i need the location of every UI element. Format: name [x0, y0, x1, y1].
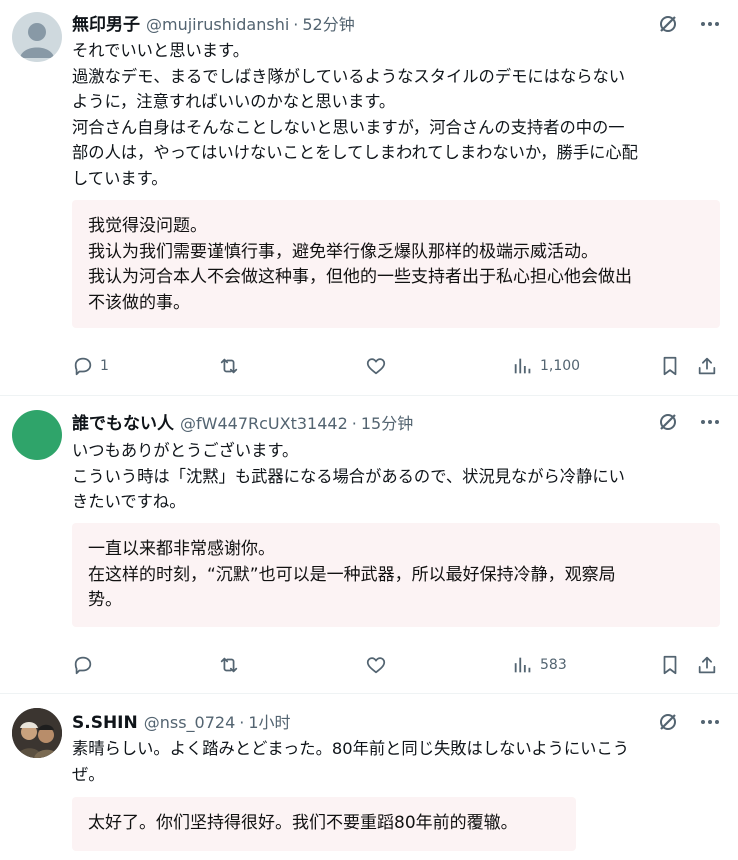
post-time[interactable]: 15分钟 — [361, 410, 413, 434]
repost-button[interactable] — [217, 654, 241, 676]
translation-line: 在这样的时刻，“沉默”也可以是一种武器，所以最好保持冷静，观察局 — [88, 564, 616, 585]
user-handle[interactable]: @nss_0724 — [144, 713, 236, 732]
action-bar: 583 — [72, 654, 722, 678]
post-top-actions — [658, 14, 720, 34]
action-bar: 1 1,100 — [72, 355, 722, 379]
post-top-actions — [658, 712, 720, 732]
display-name[interactable]: S.SHIN — [72, 713, 138, 733]
post-header: S.SHIN @nss_0724 · 1小时 — [72, 709, 291, 733]
display-name[interactable]: 誰でもない人 — [72, 409, 174, 434]
separator-dot: · — [239, 713, 245, 732]
post-text: それでいいと思います。 過激なデモ、まるでしばき隊がしているようなスタイルのデモ… — [72, 38, 712, 191]
views-icon — [514, 358, 531, 374]
post-time[interactable]: 1小时 — [248, 709, 290, 733]
translation-line: 太好了。你们坚持得很好。我们不要重蹈80年前的覆辙。 — [88, 813, 518, 833]
bookmark-icon — [663, 655, 677, 675]
repost-button[interactable] — [217, 355, 241, 377]
views-button[interactable]: 1,100 — [512, 355, 580, 377]
grok-icon[interactable] — [658, 14, 678, 34]
translation-line: 势。 — [88, 590, 122, 610]
post-top-actions — [658, 412, 720, 432]
avatar[interactable] — [12, 410, 62, 460]
translation-box: 一直以来都非常感谢你。 在这样的时刻，“沉默”也可以是一种武器，所以最好保持冷静… — [72, 523, 720, 627]
bookmark-button[interactable] — [660, 355, 680, 377]
grok-icon[interactable] — [658, 712, 678, 732]
post-text: 素晴らしい。よく踏みとどまった。80年前と同じ失敗はしないようにいこう ぜ。 — [72, 736, 712, 787]
user-handle[interactable]: @fW447RcUXt31442 — [180, 414, 348, 433]
user-handle[interactable]: @mujirushidanshi — [146, 15, 289, 34]
text-line: 素晴らしい。よく踏みとどまった。80年前と同じ失敗はしないようにいこう — [72, 739, 630, 758]
views-icon — [514, 657, 531, 673]
default-avatar-icon — [20, 23, 54, 58]
views-button[interactable]: 583 — [512, 654, 567, 676]
reply-icon — [74, 656, 92, 675]
post-2[interactable]: 誰でもない人 @fW447RcUXt31442 · 15分钟 いつもありがとうご… — [0, 396, 738, 693]
text-line: きたいですね。 — [72, 492, 186, 511]
like-button[interactable] — [365, 355, 387, 377]
text-line: しています。 — [72, 168, 168, 188]
repost-icon — [220, 358, 238, 374]
grok-icon[interactable] — [658, 412, 678, 432]
translation-box: 我觉得没问题。 我认为我们需要谨慎行事，避免举行像乏爆队那样的极端示威活动。 我… — [72, 200, 720, 328]
translation-line: 我觉得没问题。 — [88, 216, 207, 236]
display-name[interactable]: 無印男子 — [72, 10, 140, 35]
separator-dot: · — [351, 414, 357, 433]
share-icon — [698, 357, 716, 375]
avatar[interactable] — [12, 12, 62, 62]
translation-box: 太好了。你们坚持得很好。我们不要重蹈80年前的覆辙。 — [72, 797, 576, 851]
translation-line: 不该做的事。 — [88, 292, 190, 313]
like-icon — [366, 657, 386, 674]
text-line: 過激なデモ、まるでしばき隊がしているようなスタイルのデモにはならない — [72, 66, 626, 86]
post-3[interactable]: S.SHIN @nss_0724 · 1小时 素晴らしい。よく踏みとどまった。8… — [0, 694, 738, 860]
post-text: いつもありがとうございます。 こういう時は「沈黙」も武器になる場合があるので、状… — [72, 438, 712, 515]
more-icon[interactable] — [700, 712, 720, 732]
views-count: 1,100 — [540, 358, 581, 374]
separator-dot: · — [293, 15, 299, 34]
text-line: いつもありがとうございます。 — [72, 441, 299, 460]
post-header: 誰でもない人 @fW447RcUXt31442 · 15分钟 — [72, 409, 413, 434]
views-count: 583 — [540, 657, 567, 673]
text-line: ように，注意すればいいのかなと思います。 — [72, 92, 396, 111]
share-button[interactable] — [696, 355, 718, 377]
translation-line: 我认为河合本人不会做这种事，但他的一些支持者出于私心担心他会做出 — [88, 267, 632, 287]
share-icon — [698, 656, 716, 674]
avatar[interactable] — [12, 708, 62, 758]
text-line: それでいいと思います。 — [72, 41, 249, 60]
like-icon — [366, 358, 386, 375]
post-header: 無印男子 @mujirushidanshi · 52分钟 — [72, 10, 355, 35]
text-line: こういう時は「沈黙」も武器になる場合があるので、状況見ながら冷静にい — [72, 466, 625, 486]
reply-button[interactable]: 1 — [72, 355, 109, 377]
post-1[interactable]: 無印男子 @mujirushidanshi · 52分钟 それでいいと思います。… — [0, 0, 738, 395]
reply-button[interactable] — [72, 654, 100, 676]
more-icon[interactable] — [700, 14, 720, 34]
reply-icon — [74, 357, 92, 376]
share-button[interactable] — [696, 654, 718, 676]
like-button[interactable] — [365, 654, 387, 676]
post-time[interactable]: 52分钟 — [302, 11, 354, 35]
bookmark-button[interactable] — [660, 654, 680, 676]
profile-photo-icon — [12, 708, 62, 758]
bookmark-icon — [663, 356, 677, 376]
reply-count: 1 — [100, 358, 109, 374]
text-line: 部の人は，やってはいけないことをしてしまわれてしまわないか，勝手に心配 — [72, 143, 638, 162]
translation-line: 一直以来都非常感谢你。 — [88, 539, 275, 559]
more-icon[interactable] — [700, 412, 720, 432]
repost-icon — [220, 657, 238, 673]
text-line: ぜ。 — [72, 764, 105, 784]
translation-line: 我认为我们需要谨慎行事，避免举行像乏爆队那样的极端示威活动。 — [88, 241, 598, 262]
text-line: 河合さん自身はそんなことしないと思いますが，河合さんの支持者の中の一 — [72, 117, 625, 137]
